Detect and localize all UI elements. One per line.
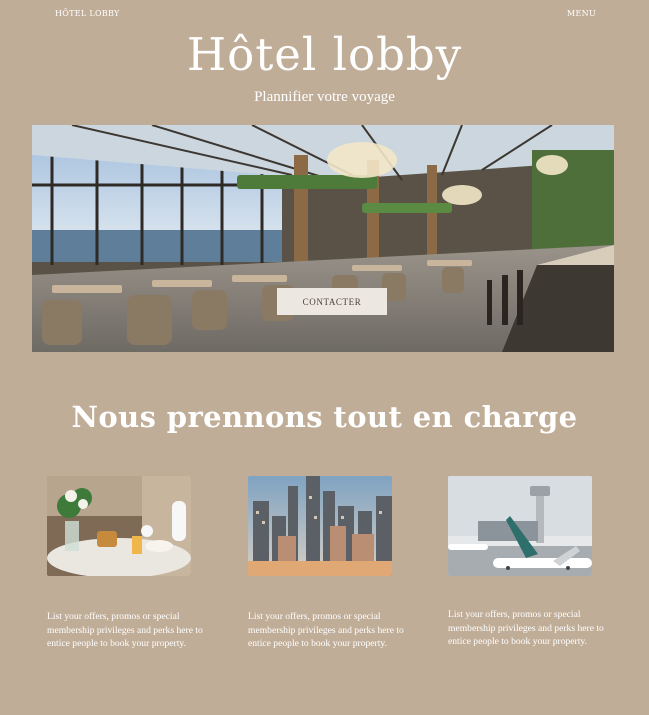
site-brand[interactable]: HÔTEL LOBBY [55,9,120,18]
service-card: List your offers, promos or special memb… [248,476,408,651]
page-subtitle: Plannifier votre voyage [254,89,395,105]
breakfast-photo [47,476,191,576]
page-title: Hôtel lobby [186,28,463,81]
section-title: Nous prennons tout en charge [71,400,578,434]
service-card-text: List your offers, promos or special memb… [248,611,404,649]
service-card: List your offers, promos or special memb… [448,476,608,649]
service-card-text: List your offers, promos or special memb… [47,611,203,649]
contact-button[interactable]: CONTACTER [277,288,387,315]
menu-link[interactable]: MENU [567,9,596,18]
service-card: List your offers, promos or special memb… [47,476,207,651]
city-skyline-photo [248,476,392,576]
lobby-hero-photo: CONTACTER [32,125,614,352]
top-navigation: HÔTEL LOBBY MENU [0,0,649,28]
airport-plane-photo [448,476,592,576]
service-card-text: List your offers, promos or special memb… [448,609,604,647]
